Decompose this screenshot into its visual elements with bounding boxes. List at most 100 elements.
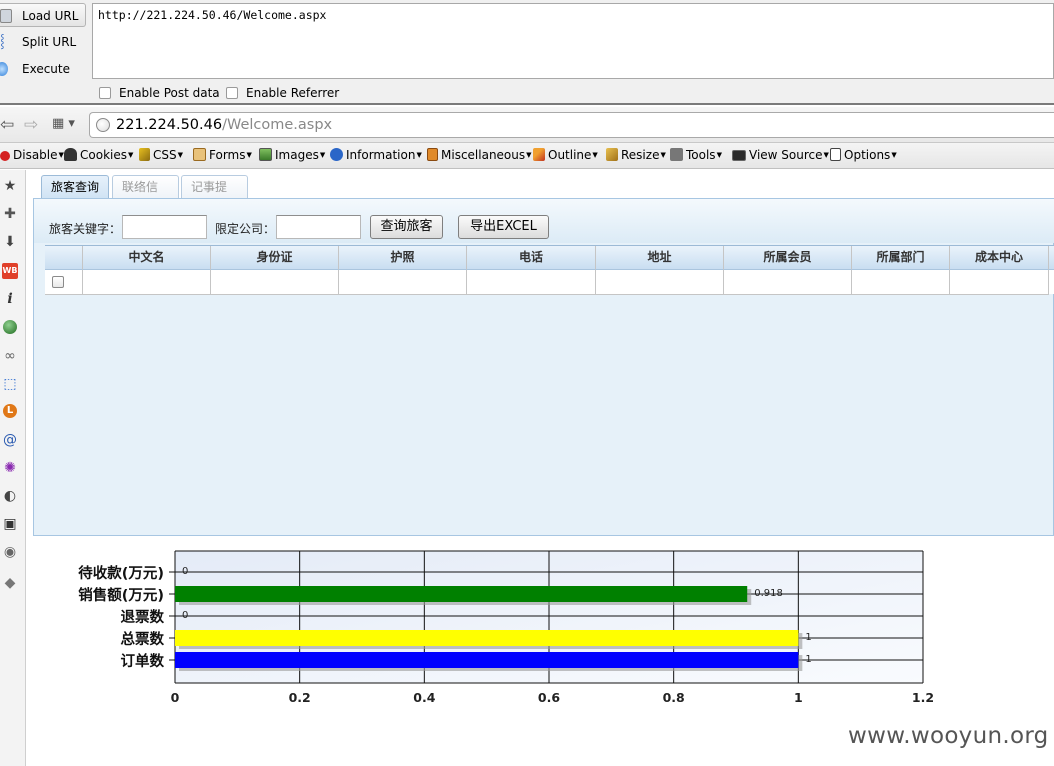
devbar-view-source[interactable]: View Source▼ (732, 147, 829, 163)
devbar-cookies[interactable]: Cookies▼ (64, 147, 133, 163)
x-tick-label: 0.8 (662, 690, 685, 705)
hackbar-url-textarea[interactable]: http://221.224.50.46/Welcome.aspx (92, 3, 1054, 79)
devbar-images[interactable]: Images▼ (259, 147, 325, 163)
addons-puzzle-icon[interactable]: ✚ (2, 206, 18, 222)
x-tick-label: 0.2 (288, 690, 311, 705)
value-label: 1 (805, 654, 812, 665)
cell-chinese-name (83, 270, 211, 295)
category-label: 总票数 (120, 632, 165, 648)
chevron-down-icon: ▼ (526, 151, 532, 159)
post-data-checkbox-box[interactable] (99, 87, 111, 99)
link-chain-icon[interactable]: ∞ (2, 348, 18, 364)
palette-icon[interactable]: ◐ (2, 488, 18, 504)
devbar-cookies-label: Cookies (80, 148, 127, 162)
split-url-label: Split URL (22, 35, 77, 49)
devbar-information[interactable]: Information▼ (330, 147, 422, 163)
header-address[interactable]: 地址 (596, 246, 724, 270)
devbar-forms-label: Forms (209, 148, 246, 162)
devbar-options[interactable]: Options▼ (830, 147, 897, 163)
options-icon (830, 148, 841, 161)
chevron-down-icon: ▼ (246, 151, 252, 159)
header-filler (1049, 246, 1054, 270)
company-input[interactable] (276, 215, 361, 239)
value-label: 1 (805, 632, 812, 643)
miscellaneous-icon (427, 148, 438, 161)
header-id-card[interactable]: 身份证 (211, 246, 339, 270)
cell-passport (339, 270, 467, 295)
devbar-miscellaneous[interactable]: Miscellaneous▼ (427, 147, 532, 163)
header-member[interactable]: 所属会员 (724, 246, 852, 270)
tab-contact-info[interactable]: 联络信息 (112, 175, 179, 216)
bar-4 (175, 652, 799, 668)
devbar-disable[interactable]: Disable▼ (0, 147, 64, 163)
row-select-cell[interactable] (45, 270, 83, 295)
category-label: 待收款(万元) (78, 566, 164, 582)
header-passport[interactable]: 护照 (339, 246, 467, 270)
devbar-tools[interactable]: Tools▼ (670, 147, 722, 163)
devbar-css-label: CSS (153, 148, 177, 162)
query-traveler-button[interactable]: 查询旅客 (370, 215, 443, 239)
css-icon (139, 148, 150, 161)
keyword-input[interactable] (122, 215, 207, 239)
address-bar[interactable]: 221.224.50.46/Welcome.aspx (89, 112, 1054, 138)
cell-id-card (211, 270, 339, 295)
weibo-icon[interactable]: WB (2, 263, 18, 279)
history-grid-icon[interactable]: ▦ ▾ (52, 116, 75, 131)
header-department[interactable]: 所属部门 (852, 246, 950, 270)
devbar-options-label: Options (844, 148, 891, 162)
bug-icon[interactable]: ✺ (2, 460, 18, 476)
devbar-view-source-label: View Source (749, 148, 823, 162)
forward-arrow-icon[interactable]: ⇨ (24, 115, 38, 135)
cell-department (852, 270, 950, 295)
x-tick-label: 1 (793, 690, 803, 705)
address-host: 221.224.50.46 (116, 117, 223, 133)
search-toolbar: 旅客关键字： 限定公司： 查询旅客 导出EXCEL (34, 199, 1054, 243)
x-tick-label: 1.2 (911, 690, 935, 705)
devbar-forms[interactable]: Forms▼ (193, 147, 252, 163)
load-url-icon (0, 9, 12, 23)
header-select-cell (45, 246, 83, 270)
devbar-css[interactable]: CSS▼ (139, 147, 183, 163)
value-label: 0.918 (754, 588, 783, 599)
download-arrow-icon[interactable]: ⬇ (2, 234, 18, 250)
category-label: 退票数 (120, 610, 165, 626)
enable-referrer-checkbox[interactable]: Enable Referrer (226, 86, 339, 100)
bookmark-star-icon[interactable]: ★ (2, 178, 18, 194)
info-icon[interactable]: i (2, 291, 18, 307)
category-label: 销售额(万元) (78, 588, 164, 604)
devbar-miscellaneous-label: Miscellaneous (441, 148, 526, 162)
cell-phone (467, 270, 596, 295)
header-phone[interactable]: 电话 (467, 246, 596, 270)
devbar-resize[interactable]: Resize▼ (606, 147, 666, 163)
layout-icon[interactable]: ▣ (2, 516, 18, 532)
devbar-outline-label: Outline (548, 148, 592, 162)
globe-icon[interactable]: ◉ (2, 544, 18, 560)
header-cost-center[interactable]: 成本中心 (950, 246, 1049, 270)
execute-icon (0, 62, 8, 76)
green-circle-icon[interactable] (3, 320, 17, 334)
tab-memo-reminder[interactable]: 记事提醒 (181, 175, 248, 216)
category-label: 订单数 (120, 654, 165, 670)
tab-traveler-query[interactable]: 旅客查询 (41, 175, 109, 199)
load-url-button[interactable]: Load URL (0, 3, 86, 27)
x-tick-label: 0 (170, 690, 180, 705)
devbar-disable-label: Disable (13, 148, 58, 162)
disable-icon (0, 151, 10, 161)
swirl-icon[interactable]: @ (2, 432, 18, 448)
enable-post-data-checkbox[interactable]: Enable Post data (99, 86, 220, 100)
execute-button[interactable]: Execute (0, 57, 86, 81)
split-url-button[interactable]: ⸾ Split URL (0, 30, 86, 54)
header-chinese-name[interactable]: 中文名 (83, 246, 211, 270)
export-excel-button[interactable]: 导出EXCEL (458, 215, 549, 239)
web-developer-toolbar: Disable▼ Cookies▼ CSS▼ Forms▼ Images▼ In… (0, 143, 1054, 169)
eraser-icon[interactable]: ◆ (2, 575, 18, 591)
execute-label: Execute (22, 62, 70, 76)
inspect-cursor-icon[interactable]: ⬚ (2, 376, 18, 392)
referrer-checkbox-box[interactable] (226, 87, 238, 99)
devbar-outline[interactable]: Outline▼ (533, 147, 598, 163)
cell-cost-center (950, 270, 1049, 295)
images-icon (259, 148, 272, 161)
back-arrow-icon[interactable]: ⇦ (0, 115, 14, 135)
row-checkbox[interactable] (52, 276, 64, 288)
l-circle-icon[interactable]: L (3, 404, 17, 418)
